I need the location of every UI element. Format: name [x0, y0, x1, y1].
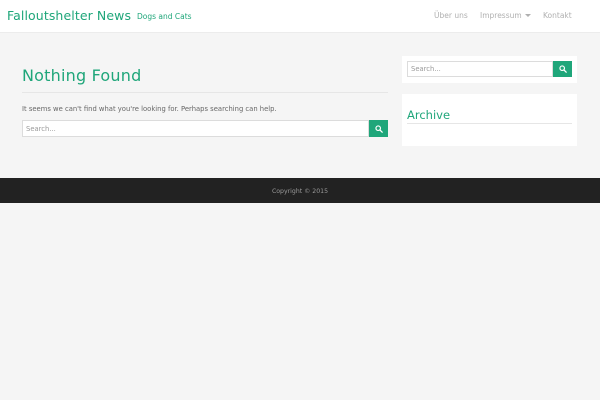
- no-results-message: It seems we can't find what you're looki…: [22, 105, 277, 113]
- site-header: Falloutshelter News Dogs and Cats Über u…: [0, 0, 600, 33]
- nav-item-kontakt[interactable]: Kontakt: [543, 11, 572, 20]
- site-footer: Copyright © 2015: [0, 178, 600, 203]
- nav-item-impressum-label: Impressum: [480, 11, 522, 20]
- main-content: Nothing Found It seems we can't find wha…: [22, 66, 388, 137]
- caret-down-icon: [524, 14, 531, 17]
- nav-item-impressum[interactable]: Impressum: [480, 11, 531, 20]
- site-tagline: Dogs and Cats: [137, 12, 192, 21]
- page-title: Nothing Found: [22, 66, 388, 93]
- sidebar-search-form: [407, 61, 572, 77]
- search-icon: [558, 65, 567, 73]
- site-brand-link[interactable]: Falloutshelter News: [7, 8, 131, 23]
- search-icon: [374, 124, 383, 133]
- main-search-button[interactable]: [369, 120, 388, 137]
- sidebar-search-input[interactable]: [407, 61, 553, 77]
- sidebar-search-widget: [402, 56, 577, 83]
- main-search-form: [22, 120, 388, 137]
- footer-copyright: Copyright © 2015: [271, 188, 329, 195]
- sidebar-archive-widget: Archive: [402, 94, 577, 146]
- main-search-input[interactable]: [22, 120, 369, 137]
- archive-title: Archive: [407, 108, 572, 124]
- sidebar-search-button[interactable]: [553, 61, 572, 77]
- nav-item-about[interactable]: Über uns: [434, 11, 468, 20]
